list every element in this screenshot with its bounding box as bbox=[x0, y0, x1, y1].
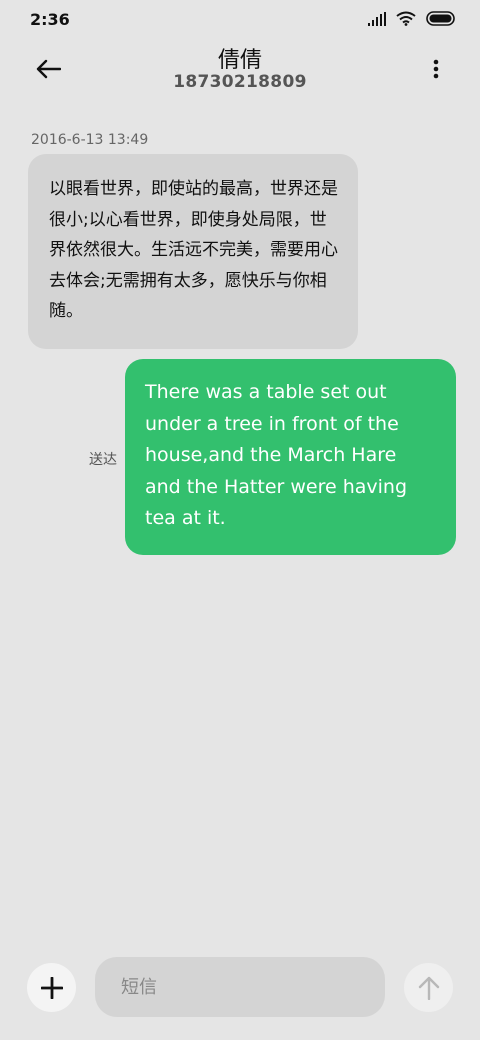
status-time: 2:36 bbox=[30, 10, 70, 29]
message-input[interactable] bbox=[95, 957, 385, 1017]
add-attachment-button[interactable] bbox=[27, 963, 76, 1012]
conversation-header: 倩倩 18730218809 bbox=[0, 40, 480, 100]
contact-name: 倩倩 bbox=[217, 48, 262, 73]
battery-icon bbox=[426, 11, 456, 30]
message-timestamp: 2016-6-13 13:49 bbox=[31, 132, 149, 148]
send-arrow-icon bbox=[418, 976, 439, 1000]
message-composer bbox=[0, 950, 480, 1026]
more-vertical-icon bbox=[433, 59, 439, 79]
status-icons bbox=[368, 11, 456, 30]
contact-number: 18730218809 bbox=[173, 72, 307, 92]
status-bar: 2:36 bbox=[0, 0, 480, 40]
more-options-button[interactable] bbox=[428, 54, 444, 84]
signal-icon bbox=[368, 11, 386, 30]
plus-icon bbox=[40, 976, 63, 999]
incoming-message-text: 以眼看世界，即使站的最高，世界还是很小;以心看世界，即使身处局限，世界依然很大。… bbox=[49, 179, 338, 321]
delivery-status: 送达 bbox=[89, 452, 117, 468]
outgoing-message-bubble[interactable]: There was a table set out under a tree i… bbox=[125, 359, 456, 555]
send-button[interactable] bbox=[404, 963, 453, 1012]
wifi-icon bbox=[396, 11, 416, 30]
incoming-message-bubble[interactable]: 以眼看世界，即使站的最高，世界还是很小;以心看世界，即使身处局限，世界依然很大。… bbox=[28, 154, 358, 349]
outgoing-message-text: There was a table set out under a tree i… bbox=[145, 381, 408, 529]
